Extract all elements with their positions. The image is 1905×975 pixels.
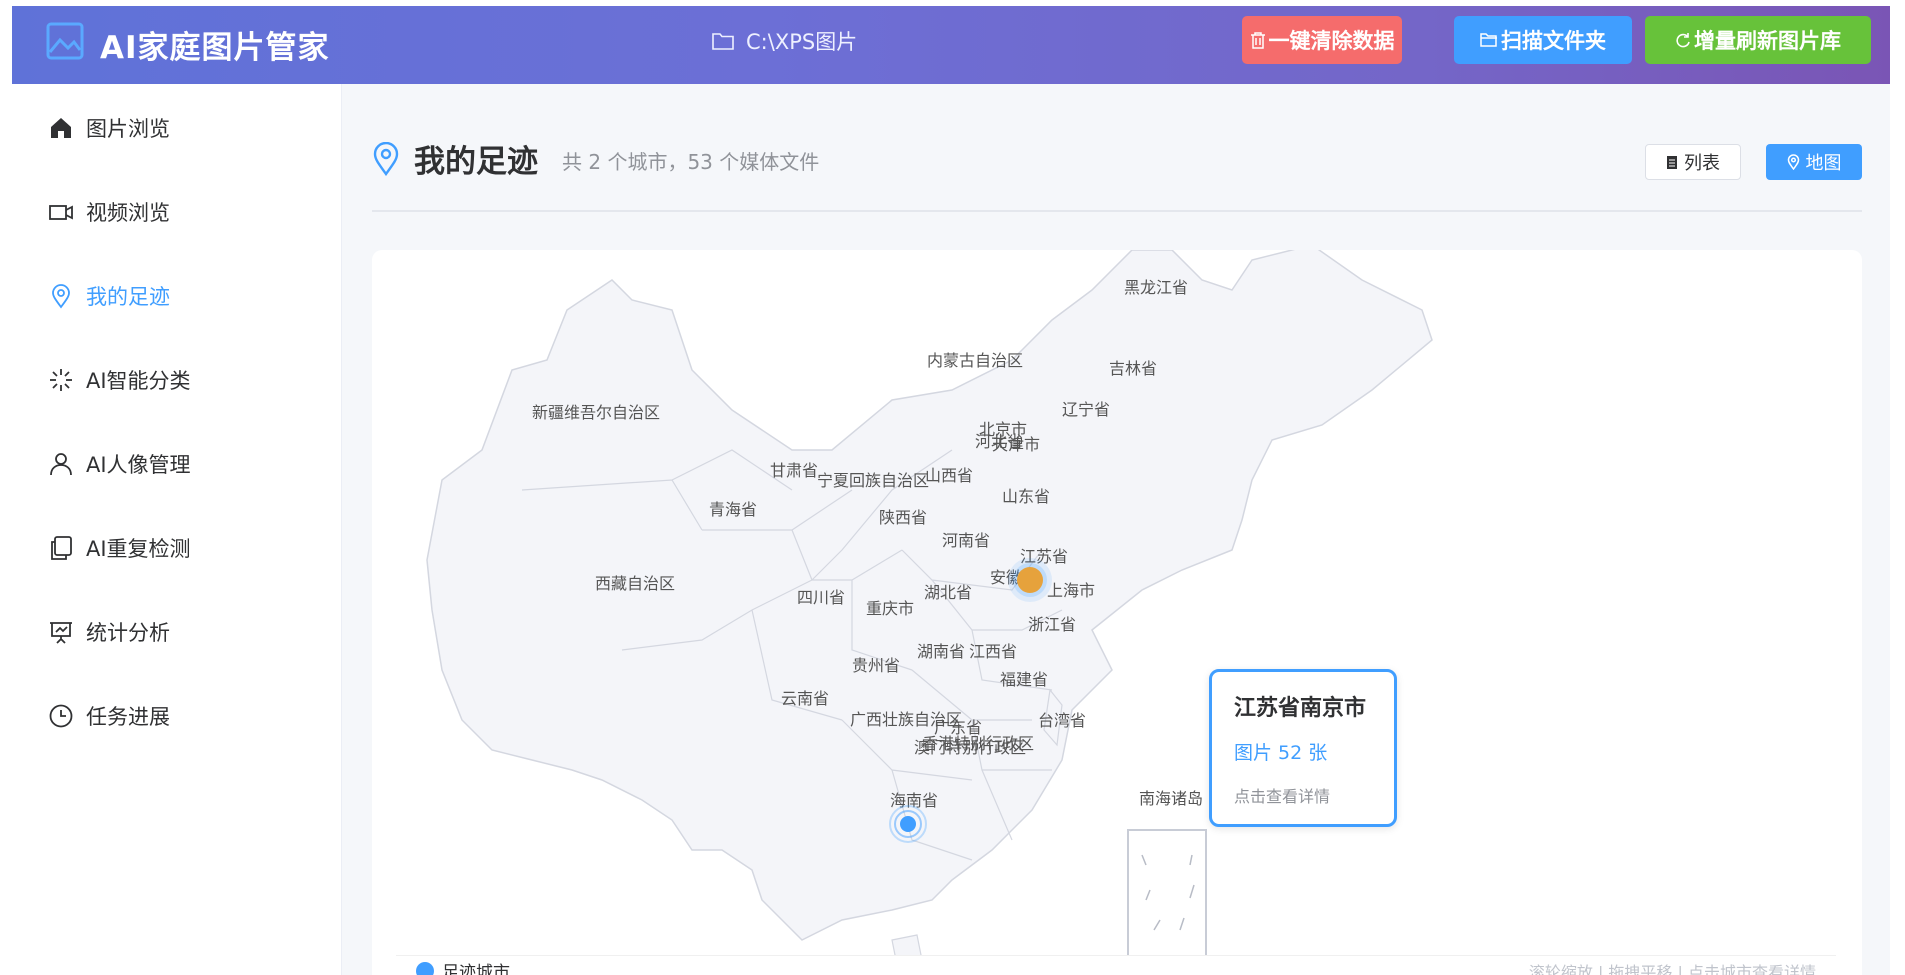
location-icon (373, 141, 399, 176)
south-china-sea-inset (1127, 829, 1207, 975)
header-divider (372, 210, 1862, 212)
page-header: 我的足迹 共 2 个城市，53 个媒体文件 (372, 136, 819, 181)
province-label: 江西省 (969, 642, 1017, 661)
province-label: 吉林省 (1109, 359, 1157, 378)
province-label: 山东省 (1002, 487, 1050, 506)
province-label: 内蒙古自治区 (927, 351, 1023, 370)
city-tooltip[interactable]: 江苏省南京市 图片 52 张 点击查看详情 (1209, 669, 1397, 827)
sidebar-item-statistics[interactable]: 统计分析 (48, 612, 170, 652)
province-label: 重庆市 (866, 599, 914, 618)
footprint-map[interactable]: 黑龙江省 吉林省 辽宁省 内蒙古自治区 新疆维吾尔自治区 北京市 河北省 天津市… (372, 250, 1862, 975)
clock-icon (49, 704, 73, 728)
map-view-button[interactable]: 地图 (1766, 144, 1862, 180)
clear-data-button[interactable]: 一键清除数据 (1242, 16, 1402, 64)
home-icon (51, 118, 71, 138)
current-path: C:\XPS图片 (712, 26, 857, 56)
refresh-library-button[interactable]: 增量刷新图片库 (1645, 16, 1871, 64)
sidebar-item-label: 我的足迹 (86, 285, 170, 309)
presentation-icon (50, 622, 72, 644)
province-label: 西藏自治区 (595, 574, 675, 593)
province-label: 湖南省 (917, 642, 965, 661)
province-label: 新疆维吾尔自治区 (532, 403, 660, 422)
province-label: 青海省 (709, 500, 757, 519)
main-content: 我的足迹 共 2 个城市，53 个媒体文件 列表 地图 黑龙江省 吉林省 辽宁省… (342, 84, 1890, 975)
sidebar-item-tasks[interactable]: 任务进展 (48, 696, 170, 736)
sidebar-item-label: 视频浏览 (86, 201, 170, 225)
list-view-label: 列表 (1684, 153, 1720, 174)
province-label: 黑龙江省 (1124, 278, 1188, 297)
image-logo-icon (46, 22, 84, 60)
sidebar-item-label: 统计分析 (86, 621, 170, 645)
tooltip-photo-count: 图片 52 张 (1234, 742, 1328, 764)
video-icon (49, 205, 73, 220)
sidebar-item-ai-portrait[interactable]: AI人像管理 (48, 444, 191, 484)
legend-dot-icon (416, 961, 434, 975)
location-icon (1787, 154, 1799, 170)
map-usage-hint: 滚轮缩放 | 拖拽平移 | 点击城市查看详情 (1528, 962, 1816, 975)
sidebar-item-label: 图片浏览 (86, 117, 170, 141)
province-label: 湖北省 (924, 583, 972, 602)
app-header: AI家庭图片管家 C:\XPS图片 一键清除数据 扫描文件夹 增量刷新图片库 (12, 6, 1890, 84)
page-subtitle: 共 2 个城市，53 个媒体文件 (562, 150, 820, 174)
province-label: 甘肃省 (770, 461, 818, 480)
refresh-library-label: 增量刷新图片库 (1694, 30, 1841, 53)
path-text: C:\XPS图片 (746, 30, 858, 54)
app-title: AI家庭图片管家 (100, 30, 330, 66)
sidebar-item-videos[interactable]: 视频浏览 (48, 192, 170, 232)
refresh-icon (1676, 33, 1690, 48)
sidebar-item-label: AI人像管理 (86, 453, 191, 477)
sidebar-item-footprints[interactable]: 我的足迹 (48, 276, 170, 316)
copy-icon (51, 536, 72, 560)
sidebar: 图片浏览 视频浏览 我的足迹 AI智能分类 AI人像管理 AI重复检测 统计分析… (12, 84, 342, 975)
map-view-label: 地图 (1805, 153, 1842, 174)
page-title: 我的足迹 (414, 144, 538, 180)
province-label: 贵州省 (852, 656, 900, 675)
province-label: 四川省 (797, 588, 845, 607)
location-icon (52, 284, 70, 309)
user-icon (50, 453, 72, 476)
scan-folder-button[interactable]: 扫描文件夹 (1454, 16, 1632, 64)
marker-hainan[interactable] (889, 805, 927, 843)
province-label: 福建省 (1000, 670, 1048, 689)
loading-icon (50, 369, 72, 391)
sidebar-item-ai-classify[interactable]: AI智能分类 (48, 360, 191, 400)
folder-open-icon (1480, 33, 1497, 47)
province-label: 天津市 (992, 435, 1040, 454)
province-label: 澳门特别行政区 (914, 738, 1026, 757)
province-label: 陕西省 (879, 508, 927, 527)
tooltip-title: 江苏省南京市 (1234, 696, 1367, 721)
province-label: 上海市 (1047, 581, 1095, 600)
marker-nanjing[interactable] (1008, 558, 1052, 602)
sidebar-item-label: AI智能分类 (86, 369, 191, 393)
province-label: 云南省 (781, 689, 829, 708)
document-icon (1667, 155, 1677, 169)
list-view-button[interactable]: 列表 (1645, 144, 1741, 180)
sidebar-item-label: 任务进展 (86, 705, 170, 729)
sidebar-item-ai-duplicate[interactable]: AI重复检测 (48, 528, 191, 568)
province-label: 南海诸岛 (1139, 789, 1203, 808)
folder-icon (712, 33, 734, 50)
tooltip-hint: 点击查看详情 (1234, 787, 1331, 806)
province-label: 宁夏回族自治区 (817, 471, 929, 490)
province-label: 台湾省 (1038, 711, 1086, 730)
province-label: 山西省 (925, 466, 973, 485)
nine-dash-line (1141, 854, 1195, 931)
clear-data-label: 一键清除数据 (1268, 30, 1395, 53)
scan-folder-label: 扫描文件夹 (1501, 30, 1606, 53)
province-label: 辽宁省 (1062, 400, 1110, 419)
trash-icon (1250, 32, 1265, 49)
sidebar-item-photos[interactable]: 图片浏览 (48, 108, 170, 148)
china-map[interactable]: 黑龙江省 吉林省 辽宁省 内蒙古自治区 新疆维吾尔自治区 北京市 河北省 天津市… (372, 250, 1862, 975)
legend-label: 足迹城市 (442, 963, 510, 975)
province-label: 河南省 (942, 531, 990, 550)
province-label: 浙江省 (1028, 615, 1076, 634)
sidebar-item-label: AI重复检测 (86, 537, 191, 561)
map-legend-bar: 足迹城市 滚轮缩放 | 拖拽平移 | 点击城市查看详情 (396, 955, 1836, 975)
